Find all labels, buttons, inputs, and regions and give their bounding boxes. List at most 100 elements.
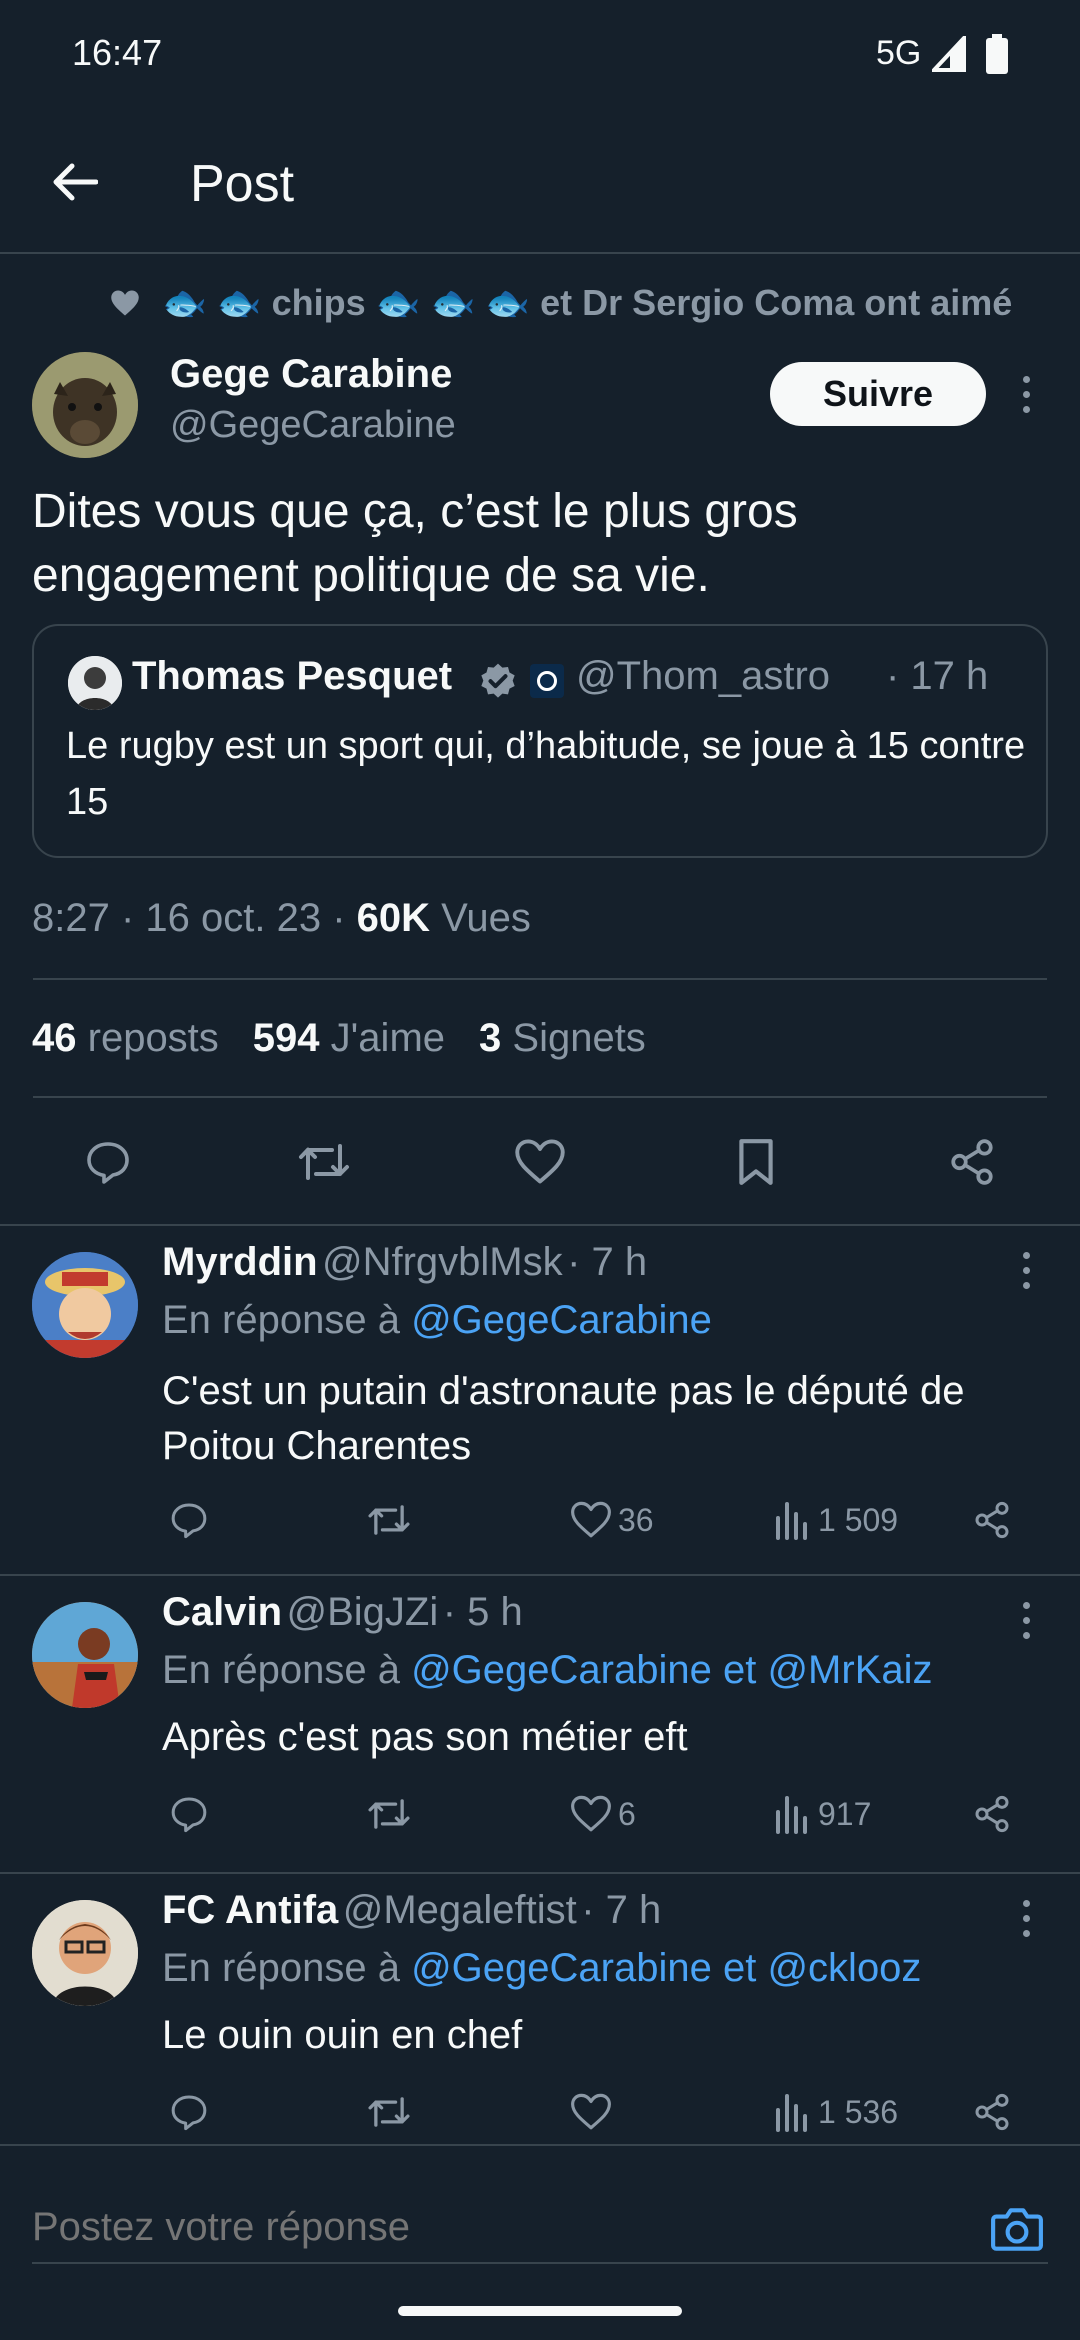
reply-author-name[interactable]: Calvin: [162, 1590, 282, 1634]
arrow-left-icon: [53, 163, 98, 201]
boar-avatar-image: [32, 352, 138, 458]
bookmarks-label: Signets: [512, 1016, 646, 1060]
reply-button[interactable]: [70, 1130, 146, 1194]
heart-icon: [571, 1501, 611, 1538]
reply-item[interactable]: FC Antifa @Megaleftist · 7 h En réponse …: [0, 1874, 1080, 2146]
reply-like-button[interactable]: 6: [570, 1794, 636, 1834]
likes-stat[interactable]: 594 J'aime: [253, 1016, 445, 1061]
bookmark-icon: [739, 1139, 773, 1185]
views-count: 60K: [356, 896, 431, 940]
reply-author-handle[interactable]: @BigJZi: [287, 1590, 439, 1634]
reply-author-name[interactable]: FC Antifa: [162, 1888, 338, 1932]
reply-context-mention[interactable]: @GegeCarabine et @MrKaiz: [411, 1648, 932, 1692]
repost-icon[interactable]: [366, 1794, 412, 1834]
reply-time: · 7 h: [581, 1888, 662, 1932]
comment-icon[interactable]: [168, 2092, 210, 2132]
reply-input[interactable]: [32, 2192, 932, 2262]
reply-view-count: 1 536: [818, 2093, 899, 2130]
network-label: 5G: [876, 34, 922, 72]
status-bar: 16:47 5G: [0, 0, 1080, 110]
reply-item[interactable]: Calvin @BigJZi · 5 h En réponse à @GegeC…: [0, 1576, 1080, 1872]
reply-more-button[interactable]: [1014, 1596, 1038, 1644]
heart-filled-icon: [111, 290, 139, 316]
reply-context-prefix: En réponse à: [162, 1298, 400, 1342]
share-icon[interactable]: [972, 2092, 1012, 2132]
reply-context: En réponse à @GegeCarabine et @cklooz: [162, 1946, 921, 1991]
follow-button-label: Suivre: [822, 373, 934, 414]
repost-button[interactable]: [286, 1130, 362, 1194]
reply-avatar[interactable]: [32, 1252, 138, 1358]
like-button[interactable]: [502, 1130, 578, 1194]
reply-actions: 1 536: [0, 2084, 1080, 2144]
share-icon[interactable]: [972, 1500, 1012, 1540]
analytics-icon: [776, 2094, 807, 2132]
reply-more-button[interactable]: [1014, 1246, 1038, 1294]
fc-antifa-avatar-image: [32, 1900, 138, 2006]
share-icon: [951, 1139, 993, 1185]
reply-avatar[interactable]: [32, 1900, 138, 2006]
repost-icon[interactable]: [366, 2092, 412, 2132]
reply-actions: 6 917: [0, 1786, 1080, 1846]
reply-author-handle[interactable]: @Megaleftist: [343, 1888, 577, 1932]
reply-context-mention[interactable]: @GegeCarabine et @cklooz: [411, 1946, 921, 1990]
quote-avatar: [68, 656, 122, 710]
camera-button[interactable]: [980, 2196, 1054, 2262]
header-divider: [0, 252, 1080, 254]
quote-author-name: Thomas Pesquet: [132, 654, 453, 698]
post-timestamp: 8:27 · 16 oct. 23 ·: [32, 896, 346, 940]
likes-label: J'aime: [330, 1016, 446, 1060]
back-button[interactable]: [36, 150, 112, 214]
reply-context-mention[interactable]: @GegeCarabine: [411, 1298, 712, 1342]
author-name[interactable]: Gege Carabine: [170, 352, 452, 397]
reply-views[interactable]: 917: [774, 1794, 871, 1834]
quoted-post-card[interactable]: Thomas Pesquet @Thom_astro · 17 h Le rug…: [32, 624, 1048, 858]
follow-button[interactable]: Suivre: [770, 362, 986, 426]
reply-time: · 5 h: [442, 1590, 523, 1634]
bookmarks-stat[interactable]: 3 Signets: [479, 1016, 646, 1061]
post-more-button[interactable]: [1014, 370, 1038, 418]
reply-avatar[interactable]: [32, 1602, 138, 1708]
reply-header: FC Antifa @Megaleftist · 7 h: [162, 1888, 661, 1933]
reply-like-button[interactable]: 36: [570, 1500, 654, 1540]
reply-item[interactable]: Myrddin @NfrgvblMsk · 7 h En réponse à @…: [0, 1226, 1080, 1574]
author-handle[interactable]: @GegeCarabine: [170, 404, 456, 447]
reply-more-button[interactable]: [1014, 1894, 1038, 1942]
repost-icon[interactable]: [366, 1500, 412, 1540]
reply-context-prefix: En réponse à: [162, 1648, 400, 1692]
esa-affiliation-icon: [530, 664, 564, 698]
comment-icon[interactable]: [168, 1500, 210, 1540]
heart-icon: [571, 1795, 611, 1832]
meta-divider: [33, 978, 1047, 980]
calvin-avatar-image: [32, 1602, 138, 1708]
reply-views[interactable]: 1 509: [774, 1500, 898, 1540]
top-app-bar: Post: [0, 110, 1080, 252]
reply-text: Après c'est pas son métier eft: [162, 1715, 688, 1759]
reply-context: En réponse à @GegeCarabine: [162, 1298, 712, 1343]
reply-view-count: 1 509: [818, 1501, 899, 1538]
share-button[interactable]: [934, 1130, 1010, 1194]
post-text: Dites vous que ça, c’est le plus gros en…: [32, 485, 798, 602]
reply-views[interactable]: 1 536: [774, 2092, 898, 2132]
reposts-stat[interactable]: 46 reposts: [32, 1016, 219, 1061]
bookmark-button[interactable]: [718, 1130, 794, 1194]
reply-like-button[interactable]: [570, 2092, 618, 2132]
author-avatar[interactable]: [32, 352, 138, 458]
comment-icon[interactable]: [168, 1794, 210, 1834]
share-icon[interactable]: [972, 1794, 1012, 1834]
reply-author-name[interactable]: Myrddin: [162, 1240, 318, 1284]
page-title: Post: [190, 155, 295, 213]
liked-by-context: 🐟 🐟 chips 🐟 🐟 🐟 et Dr Sergio Coma ont ai…: [110, 278, 1012, 328]
heart-icon: [571, 2093, 611, 2130]
reply-author-handle[interactable]: @NfrgvblMsk: [322, 1240, 563, 1284]
verified-badge-icon: [481, 663, 515, 698]
battery-icon: [986, 34, 1008, 74]
home-indicator: [398, 2306, 682, 2316]
heart-icon: [515, 1139, 565, 1184]
stats-divider: [33, 1096, 1047, 1098]
reply-header: Calvin @BigJZi · 5 h: [162, 1590, 523, 1635]
reply-view-count: 917: [818, 1795, 872, 1832]
composer-underline: [32, 2262, 1048, 2264]
signal-icon: [932, 36, 966, 72]
reply-like-count: 6: [618, 1795, 636, 1832]
luffy-avatar-image: [32, 1252, 138, 1358]
